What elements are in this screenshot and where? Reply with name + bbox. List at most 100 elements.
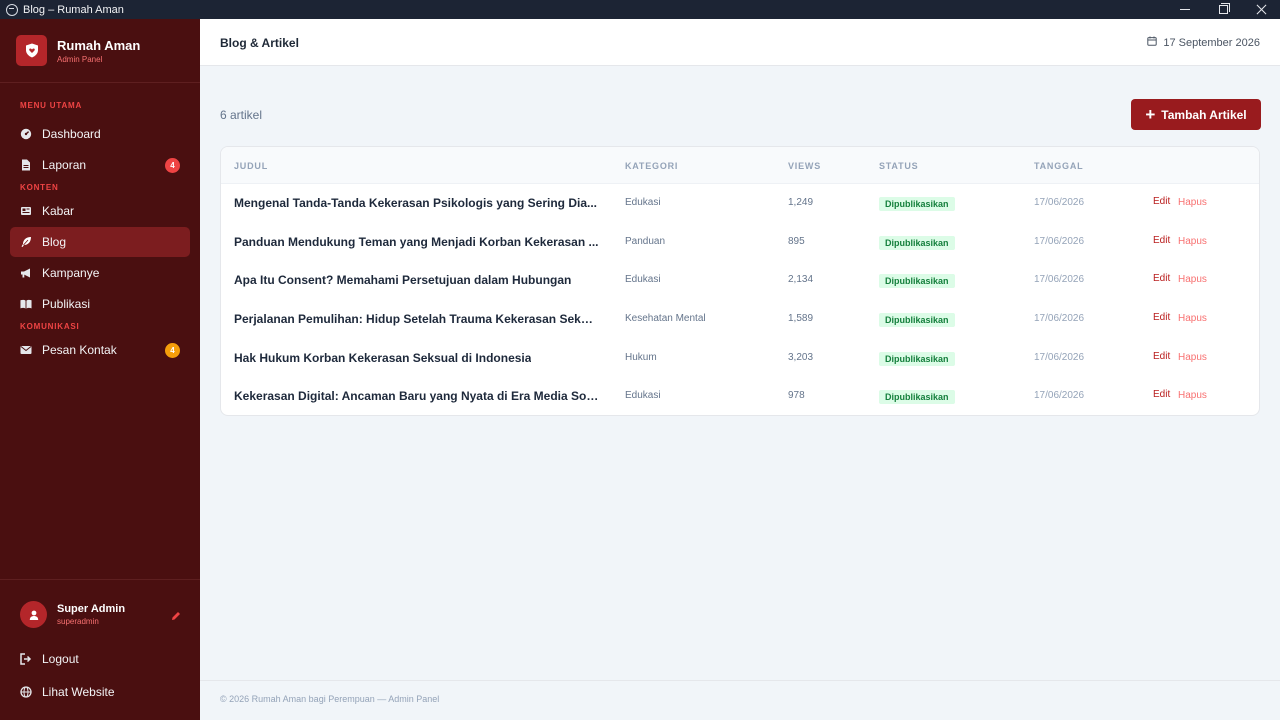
sidebar-item-label: Laporan xyxy=(42,158,87,172)
column-header-title[interactable]: JUDUL xyxy=(234,161,268,171)
calendar-icon xyxy=(1147,36,1158,49)
restore-icon xyxy=(1218,3,1230,14)
page-footer: © 2026 Rumah Aman bagi Perempuan — Admin… xyxy=(200,680,1280,720)
feather-icon xyxy=(20,236,32,248)
edit-button[interactable]: Edit xyxy=(1153,312,1170,323)
article-title[interactable]: Hak Hukum Korban Kekerasan Seksual di In… xyxy=(234,351,531,365)
article-category: Edukasi xyxy=(625,274,661,286)
edit-button[interactable]: Edit xyxy=(1153,196,1170,207)
table-body: Mengenal Tanda-Tanda Kekerasan Psikologi… xyxy=(221,184,1259,415)
newspaper-icon xyxy=(20,205,32,217)
status-badge: Dipublikasikan xyxy=(879,197,955,211)
article-category: Hukum xyxy=(625,351,657,363)
pencil-icon[interactable] xyxy=(171,608,181,626)
edit-button[interactable]: Edit xyxy=(1153,235,1170,246)
view-website-link[interactable]: Lihat Website xyxy=(10,677,190,707)
brand-subtitle: Admin Panel xyxy=(57,54,103,64)
logout-link[interactable]: Logout xyxy=(10,644,190,674)
delete-button[interactable]: Hapus xyxy=(1178,236,1207,247)
article-title[interactable]: Kekerasan Digital: Ancaman Baru yang Nya… xyxy=(234,389,599,403)
brand[interactable]: Rumah Aman Admin Panel xyxy=(0,19,200,83)
page-title: Blog & Artikel xyxy=(220,36,299,50)
column-header-status[interactable]: STATUS xyxy=(879,161,918,171)
status-badge: Dipublikasikan xyxy=(879,274,955,289)
globe-icon xyxy=(20,686,32,698)
edit-button[interactable]: Edit xyxy=(1153,273,1170,284)
article-date: 17/06/2026 xyxy=(1034,235,1085,247)
delete-button[interactable]: Hapus xyxy=(1178,197,1207,208)
table-header: JUDUL KATEGORI VIEWS STATUS TANGGAL xyxy=(221,147,1259,184)
article-title[interactable]: Panduan Mendukung Teman yang Menjadi Kor… xyxy=(234,235,599,249)
article-title[interactable]: Perjalanan Pemulihan: Hidup Setelah Trau… xyxy=(234,312,599,326)
article-date: 17/06/2026 xyxy=(1034,197,1085,208)
sidebar-item-kabar[interactable]: Kabar xyxy=(10,196,190,226)
delete-button[interactable]: Hapus xyxy=(1178,313,1207,324)
table-row[interactable]: Panduan Mendukung Teman yang Menjadi Kor… xyxy=(221,223,1259,262)
article-title[interactable]: Mengenal Tanda-Tanda Kekerasan Psikologi… xyxy=(234,196,597,210)
section-label-menu-utama: MENU UTAMA xyxy=(20,101,83,110)
footer-text: © 2026 Rumah Aman bagi Perempuan — Admin… xyxy=(220,694,440,704)
megaphone-icon xyxy=(20,267,32,279)
brand-name: Rumah Aman xyxy=(57,37,141,53)
pesan-count-badge: 4 xyxy=(165,342,180,358)
sidebar: Rumah Aman Admin Panel MENU UTAMA Dashbo… xyxy=(0,19,200,720)
minimize-button[interactable] xyxy=(1166,0,1204,19)
status-badge: Dipublikasikan xyxy=(879,313,955,328)
sidebar-item-label: Dashboard xyxy=(42,127,101,141)
status-badge: Dipublikasikan xyxy=(879,390,955,405)
article-date: 17/06/2026 xyxy=(1034,390,1085,402)
add-article-label: Tambah Artikel xyxy=(1161,107,1247,122)
section-label-komunikasi: KOMUNIKASI xyxy=(20,322,80,331)
article-date: 17/06/2026 xyxy=(1034,313,1085,325)
laporan-count-badge: 4 xyxy=(165,157,180,173)
table-row[interactable]: Mengenal Tanda-Tanda Kekerasan Psikologi… xyxy=(221,184,1259,223)
sidebar-item-dashboard[interactable]: Dashboard xyxy=(10,119,190,149)
article-views: 3,203 xyxy=(788,351,814,363)
column-header-views[interactable]: VIEWS xyxy=(788,161,821,171)
articles-table: JUDUL KATEGORI VIEWS STATUS TANGGAL Meng… xyxy=(220,146,1260,416)
sidebar-item-pesan-kontak[interactable]: Pesan Kontak 4 xyxy=(10,335,190,365)
sidebar-item-kampanye[interactable]: Kampanye xyxy=(10,258,190,288)
window-controls xyxy=(1166,0,1280,19)
article-title[interactable]: Apa Itu Consent? Memahami Persetujuan da… xyxy=(234,273,571,287)
sidebar-item-publikasi[interactable]: Publikasi xyxy=(10,289,190,319)
table-row[interactable]: Apa Itu Consent? Memahami Persetujuan da… xyxy=(221,261,1259,300)
file-icon xyxy=(20,159,32,171)
edit-button[interactable]: Edit xyxy=(1153,351,1170,362)
view-website-label: Lihat Website xyxy=(42,685,115,699)
sidebar-item-label: Publikasi xyxy=(42,297,91,311)
sidebar-item-label: Pesan Kontak xyxy=(42,343,117,357)
sidebar-item-laporan[interactable]: Laporan 4 xyxy=(10,150,190,180)
restore-button[interactable] xyxy=(1204,0,1242,19)
delete-button[interactable]: Hapus xyxy=(1178,352,1207,363)
article-category: Edukasi xyxy=(625,197,661,208)
article-date: 17/06/2026 xyxy=(1034,351,1085,363)
user-area: Super Admin superadmin Logout Lihat Webs… xyxy=(0,579,200,720)
sidebar-item-label: Kampanye xyxy=(42,266,100,280)
table-row[interactable]: Kekerasan Digital: Ancaman Baru yang Nya… xyxy=(221,377,1259,415)
sidebar-item-blog[interactable]: Blog xyxy=(10,227,190,257)
article-date: 17/06/2026 xyxy=(1034,274,1085,286)
window-title: Blog – Rumah Aman xyxy=(23,3,124,16)
date-text: 17 September 2026 xyxy=(1163,36,1260,49)
column-header-category[interactable]: KATEGORI xyxy=(625,161,678,171)
article-category: Panduan xyxy=(625,235,666,247)
delete-button[interactable]: Hapus xyxy=(1178,390,1207,401)
avatar[interactable] xyxy=(20,601,47,628)
column-header-date[interactable]: TANGGAL xyxy=(1034,161,1083,171)
page-header: Blog & Artikel 17 September 2026 xyxy=(200,19,1280,66)
envelope-icon xyxy=(20,344,32,356)
delete-button[interactable]: Hapus xyxy=(1178,274,1207,285)
minimize-icon xyxy=(1180,9,1190,10)
table-row[interactable]: Hak Hukum Korban Kekerasan Seksual di In… xyxy=(221,339,1259,378)
user-name: Super Admin xyxy=(57,603,126,615)
close-icon xyxy=(1256,4,1267,15)
edit-button[interactable]: Edit xyxy=(1153,389,1170,400)
sidebar-item-label: Blog xyxy=(42,235,67,249)
article-count: 6 artikel xyxy=(220,108,263,122)
book-icon xyxy=(20,298,32,310)
add-article-button[interactable]: + Tambah Artikel xyxy=(1131,99,1261,130)
table-row[interactable]: Perjalanan Pemulihan: Hidup Setelah Trau… xyxy=(221,300,1259,339)
close-window-button[interactable] xyxy=(1242,0,1280,19)
plus-icon: + xyxy=(1145,105,1156,124)
